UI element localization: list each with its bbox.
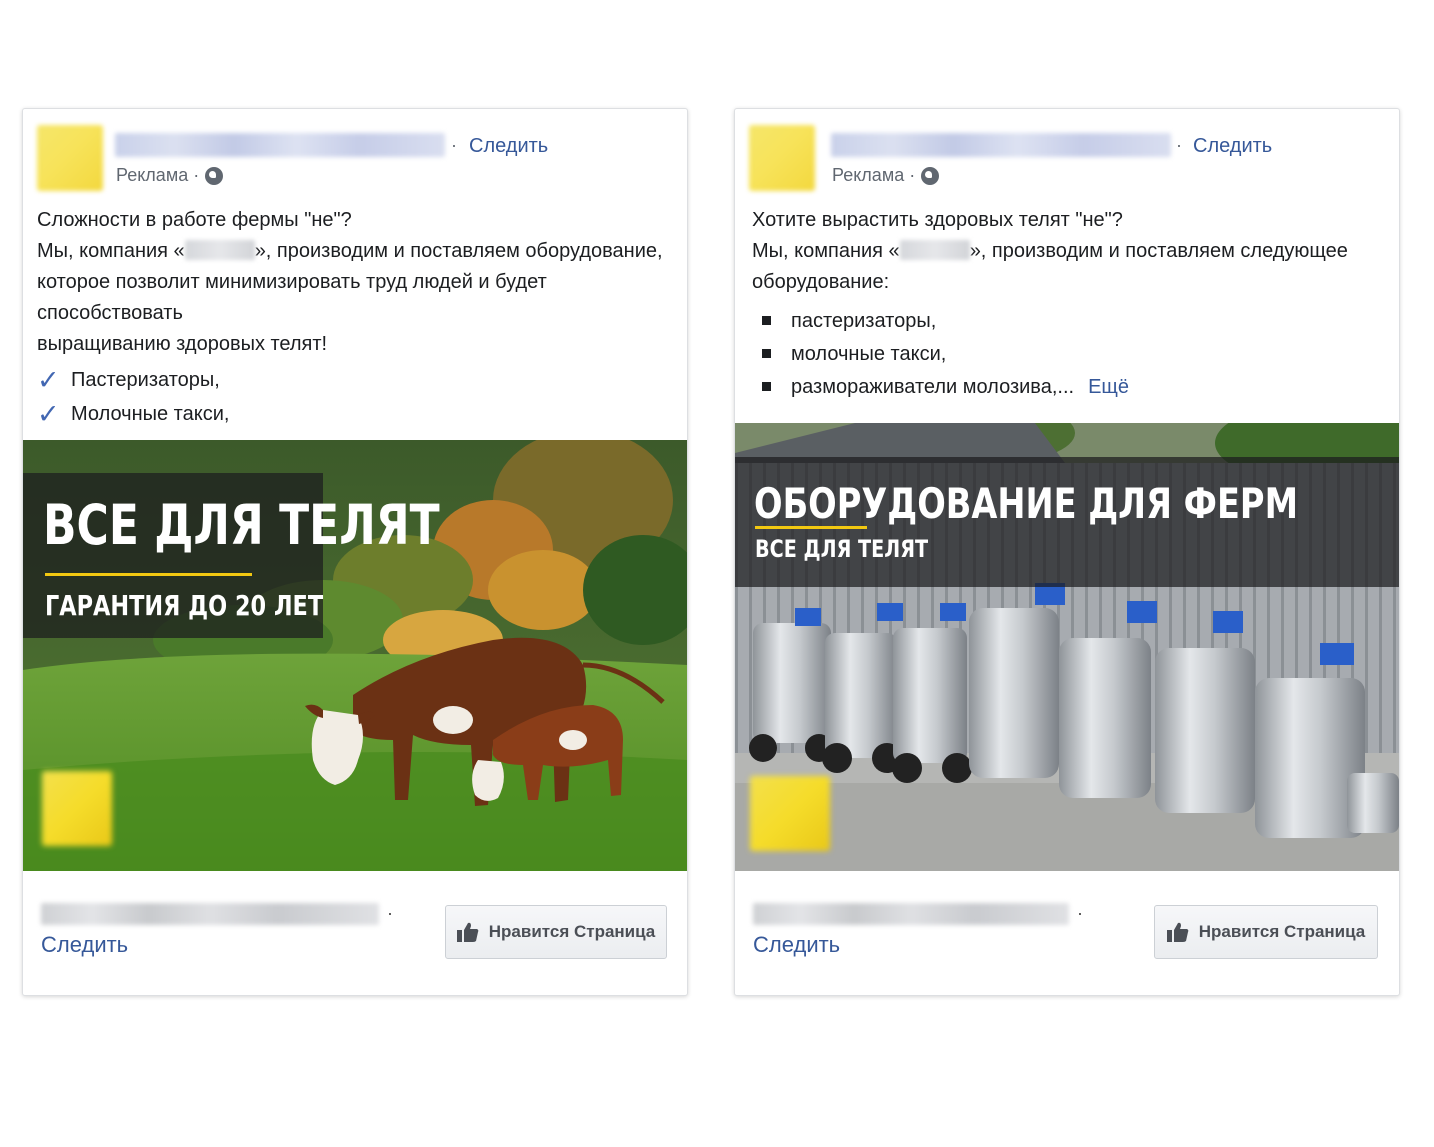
page-name-redacted bbox=[753, 903, 1069, 925]
like-button-label: Нравится Страница bbox=[488, 922, 656, 941]
separator-dot: · bbox=[451, 135, 457, 155]
page-name-redacted[interactable] bbox=[831, 133, 1171, 157]
thumbs-up-icon bbox=[456, 922, 479, 942]
list-item: пастеризаторы, bbox=[752, 304, 1388, 337]
ad-subheadline: ГАРАНТИЯ ДО 20 ЛЕТ bbox=[45, 589, 324, 622]
list-item-text: молочные такси, bbox=[791, 342, 947, 365]
sponsored-label: Реклама · bbox=[116, 165, 200, 185]
post-meta: Реклама · bbox=[832, 165, 940, 186]
page-name-redacted bbox=[41, 903, 379, 925]
list-item-text: Пастеризаторы, bbox=[71, 369, 220, 391]
company-name-redacted bbox=[184, 240, 255, 260]
post-meta: Реклама · bbox=[116, 165, 224, 186]
separator-dot: · bbox=[387, 903, 393, 923]
post-line: выращиванию здоровых телят! bbox=[37, 333, 328, 355]
separator-dot: · bbox=[1077, 903, 1083, 923]
accent-line bbox=[45, 573, 252, 576]
separator-dot: · bbox=[1176, 135, 1182, 155]
ad-image[interactable]: ВСЕ ДЛЯ ТЕЛЯТ ГАРАНТИЯ ДО 20 ЛЕТ bbox=[23, 440, 687, 871]
follow-link[interactable]: Следить bbox=[753, 932, 840, 958]
brand-logo-redacted bbox=[42, 771, 112, 846]
sponsored-label: Реклама · bbox=[832, 165, 916, 185]
checkmark-icon: ✓ bbox=[37, 365, 60, 395]
feature-list: пастеризаторы, молочные такси, разморажи… bbox=[752, 304, 1388, 403]
ad-subheadline: ВСЕ ДЛЯ ТЕЛЯТ bbox=[755, 535, 929, 563]
like-page-button[interactable]: Нравится Страница bbox=[1154, 905, 1378, 959]
post-text: Хотите вырастить здоровых телят "не"? Мы… bbox=[752, 205, 1388, 403]
like-page-button[interactable]: Нравится Страница bbox=[445, 905, 667, 959]
ad-card: · Следить Реклама · Хотите вырастить здо… bbox=[734, 108, 1400, 996]
ad-image[interactable]: ОБОРУДОВАНИЕ ДЛЯ ФЕРМ ВСЕ ДЛЯ ТЕЛЯТ bbox=[735, 423, 1399, 871]
post-line: оборудование: bbox=[752, 271, 890, 293]
globe-icon bbox=[921, 166, 940, 185]
post-text: Сложности в работе фермы "не"? Мы, компа… bbox=[37, 205, 673, 465]
like-button-label: Нравится Страница bbox=[1198, 922, 1366, 941]
post-line: которое позволит минимизировать труд люд… bbox=[37, 271, 547, 324]
ad-card: · Следить Реклама · Сложности в работе ф… bbox=[22, 108, 688, 996]
ad-headline: ВСЕ ДЛЯ ТЕЛЯТ bbox=[43, 493, 440, 557]
list-item: молочные такси, bbox=[752, 337, 1388, 370]
checkmark-icon: ✓ bbox=[37, 399, 60, 429]
post-text-fragment: Мы, компания « bbox=[37, 240, 185, 262]
bullet-icon bbox=[762, 349, 771, 358]
bullet-icon bbox=[762, 316, 771, 325]
post-line: Сложности в работе фермы "не"? bbox=[37, 209, 352, 231]
page-name-redacted[interactable] bbox=[115, 133, 445, 157]
list-item: ✓ Молочные такси, bbox=[37, 397, 673, 431]
accent-line bbox=[755, 526, 867, 529]
post-line: Мы, компания « », производим и поставляем… bbox=[752, 236, 1388, 267]
post-text-fragment: », производим и поставляем оборудование, bbox=[254, 240, 663, 262]
follow-link[interactable]: Следить bbox=[41, 932, 128, 958]
page-avatar[interactable] bbox=[749, 125, 815, 191]
follow-link[interactable]: Следить bbox=[469, 135, 548, 158]
list-item-text: размораживатели молозива,... bbox=[791, 375, 1075, 398]
ad-headline: ОБОРУДОВАНИЕ ДЛЯ ФЕРМ bbox=[754, 479, 1298, 528]
see-more-link[interactable]: Ещё bbox=[1088, 370, 1129, 404]
globe-icon bbox=[205, 166, 224, 185]
post-line: Хотите вырастить здоровых телят "не"? bbox=[752, 209, 1123, 231]
post-line: Мы, компания « », производим и поставляем… bbox=[37, 236, 673, 267]
list-item: ✓ Пастеризаторы, bbox=[37, 363, 673, 397]
thumbs-up-icon bbox=[1166, 922, 1189, 942]
list-item-text: пастеризаторы, bbox=[791, 309, 937, 332]
bullet-icon bbox=[762, 382, 771, 391]
post-text-fragment: Мы, компания « bbox=[752, 240, 900, 262]
list-item-text: Молочные такси, bbox=[71, 403, 230, 425]
list-item: размораживатели молозива,... Ещё bbox=[752, 370, 1388, 403]
follow-link[interactable]: Следить bbox=[1193, 135, 1272, 158]
company-name-redacted bbox=[899, 240, 970, 260]
brand-logo-redacted bbox=[750, 776, 830, 851]
page-avatar[interactable] bbox=[37, 125, 103, 191]
post-text-fragment: », производим и поставляем следующее bbox=[969, 240, 1348, 262]
